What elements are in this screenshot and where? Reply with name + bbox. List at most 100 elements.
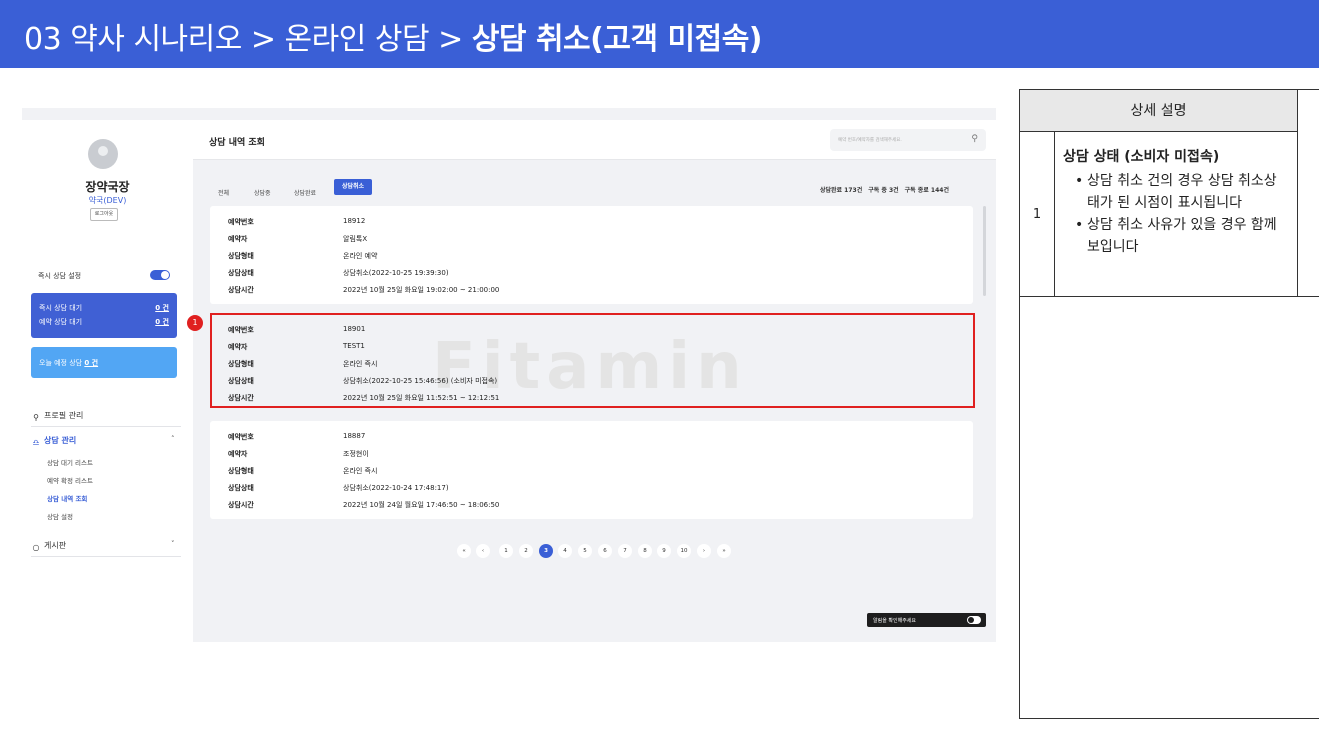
submenu-wait-list[interactable]: 상담 대기 리스트: [47, 457, 93, 467]
consult-card[interactable]: 예약번호 18912 예약자 알림톡X 상담형태 온라인 예약 상담상태 상담취소(20…: [210, 206, 973, 304]
highlight-box: [210, 313, 975, 408]
chevron-up-icon[interactable]: ˄: [171, 435, 175, 443]
submenu-confirmed-list[interactable]: 예약 확정 리스트: [47, 475, 93, 485]
menu-board[interactable]: ○ 게시판: [31, 540, 67, 553]
card-value: 조정현이: [343, 450, 369, 458]
card-label: 예약자: [228, 450, 248, 458]
card-value: 상담취소(2022-10-25 19:39:30): [343, 269, 449, 277]
store-sub: 약국(DEV): [88, 196, 127, 205]
page-button[interactable]: 5: [578, 544, 592, 558]
wait-count[interactable]: 0 건: [155, 317, 169, 327]
panel-bullets: 상담 취소 건의 경우 상담 취소상태가 된 시점이 표시됩니다 상담 취소 사…: [1063, 170, 1289, 258]
description-panel: 상세 설명 1 상담 상태 (소비자 미접속) 상담 취소 건의 경우 상담 취…: [1019, 89, 1319, 719]
notification-bar: 알림을 확인해주세요: [867, 613, 986, 627]
panel-side-cell: [1297, 132, 1319, 297]
page-button[interactable]: 10: [677, 544, 691, 558]
stat-completed: 상담완료 173건: [820, 187, 863, 194]
today-label: 오늘 예정 상담: [39, 359, 83, 367]
card-label: 상담시간: [228, 286, 254, 294]
slide-header: 03 약사 시나리오 > 온라인 상담 > 상담 취소(고객 미접속): [0, 0, 1319, 68]
wait-row-reserve: 예약 상담 대기 0 건: [39, 317, 169, 327]
search-placeholder: 예약 번호/예약자를 검색해주세요.: [838, 138, 902, 143]
page-button[interactable]: 9: [657, 544, 671, 558]
today-count: 0 건: [84, 359, 99, 367]
menu-divider: [31, 556, 181, 557]
annotation-badge: 1: [187, 315, 203, 331]
page-first-button[interactable]: «: [457, 544, 471, 558]
title-bold: 상담 취소(고객 미접속): [471, 22, 763, 57]
search-icon[interactable]: ⚲: [971, 134, 978, 144]
panel-header-cell: [1297, 90, 1319, 132]
menu-profile[interactable]: ⚲ 프로필 관리: [31, 410, 83, 423]
today-consult-box[interactable]: 오늘 예정 상담 0 건: [31, 347, 177, 378]
sidebar: 장약국장 약국(DEV) 로그아웃 즉시 상담 설정 즉시 상담 대기 0 건 예…: [22, 120, 193, 642]
scrollbar[interactable]: [983, 206, 986, 296]
submenu-history[interactable]: 상담 내역 조회: [47, 493, 87, 503]
card-label: 예약번호: [228, 433, 254, 441]
card-label: 예약자: [228, 235, 248, 243]
tab-all[interactable]: 전체: [218, 186, 229, 202]
card-label: 상담상태: [228, 269, 254, 277]
headset-icon: ♎: [32, 438, 40, 447]
page-button[interactable]: 7: [618, 544, 632, 558]
avatar: [88, 139, 118, 169]
page-button[interactable]: 2: [519, 544, 533, 558]
stat-subscribed: 구독 중 3건: [868, 187, 899, 194]
wait-summary-box: 즉시 상담 대기 0 건 예약 상담 대기 0 건: [31, 293, 177, 338]
stat-ended: 구독 종료 144건: [904, 187, 949, 194]
title-prefix: 03 약사 시나리오 > 온라인 상담 >: [24, 22, 472, 57]
panel-header: 상세 설명: [1020, 90, 1297, 132]
topbar: 상담 내역 조회 예약 번호/예약자를 검색해주세요. ⚲: [193, 120, 996, 160]
card-label: 상담상태: [228, 484, 254, 492]
page-last-button[interactable]: »: [717, 544, 731, 558]
instant-consult-toggle[interactable]: [150, 270, 170, 280]
page-title: 상담 내역 조회: [209, 138, 265, 148]
chat-bubble-icon: ○: [32, 543, 40, 552]
notification-toggle[interactable]: [967, 616, 981, 624]
page-prev-button[interactable]: ‹: [476, 544, 490, 558]
app-screenshot: 장약국장 약국(DEV) 로그아웃 즉시 상담 설정 즉시 상담 대기 0 건 예…: [22, 108, 996, 642]
panel-description: 상담 상태 (소비자 미접속) 상담 취소 건의 경우 상담 취소상태가 된 시…: [1055, 132, 1297, 297]
panel-row-number: 1: [1020, 132, 1055, 297]
tab-cancelled[interactable]: 상담취소: [334, 179, 373, 195]
wait-count[interactable]: 0 건: [155, 303, 169, 313]
tab-in-progress[interactable]: 상담중: [254, 186, 271, 202]
page-next-button[interactable]: ›: [697, 544, 711, 558]
page-button[interactable]: 8: [638, 544, 652, 558]
card-value: 2022년 10월 24일 월요일 17:46:50 ~ 18:06:50: [343, 501, 500, 509]
search-input[interactable]: 예약 번호/예약자를 검색해주세요. ⚲: [830, 129, 986, 151]
card-label: 상담시간: [228, 501, 254, 509]
store-name: 장약국장: [85, 180, 130, 194]
logout-button[interactable]: 로그아웃: [90, 208, 118, 221]
menu-profile-label: 프로필 관리: [44, 411, 84, 420]
page-button[interactable]: 6: [598, 544, 612, 558]
card-label: 상담형태: [228, 467, 254, 475]
tab-completed[interactable]: 상담완료: [294, 186, 316, 202]
menu-consult[interactable]: ♎ 상담 관리: [31, 435, 76, 448]
card-value: 온라인 즉시: [343, 467, 378, 475]
today-consult-text: 오늘 예정 상담 0 건: [39, 358, 98, 368]
consult-stats: 상담완료 173건 구독 중 3건 구독 종료 144건: [820, 185, 949, 194]
menu-divider: [31, 426, 181, 427]
panel-bullet: 상담 취소 건의 경우 상담 취소상태가 된 시점이 표시됩니다: [1075, 170, 1289, 214]
slide-title: 03 약사 시나리오 > 온라인 상담 > 상담 취소(고객 미접속): [24, 14, 763, 58]
instant-consult-label: 즉시 상담 설정: [38, 272, 82, 280]
notification-text: 알림을 확인해주세요: [873, 618, 916, 624]
card-value: 2022년 10월 25일 화요일 19:02:00 ~ 21:00:00: [343, 286, 500, 294]
submenu-settings[interactable]: 상담 설정: [47, 511, 73, 521]
card-value: 상담취소(2022-10-24 17:48:17): [343, 484, 449, 492]
card-label: 예약번호: [228, 218, 254, 226]
card-value: 알림톡X: [343, 235, 368, 243]
wait-label: 예약 상담 대기: [39, 318, 83, 326]
card-value: 온라인 예약: [343, 252, 378, 260]
page-button[interactable]: 4: [558, 544, 572, 558]
chevron-down-icon[interactable]: ˅: [171, 540, 175, 548]
card-value: 18912: [343, 217, 366, 225]
page-button-current[interactable]: 3: [539, 544, 553, 558]
wait-row-instant: 즉시 상담 대기 0 건: [39, 303, 169, 313]
person-gear-icon: ⚲: [33, 413, 39, 422]
page-button[interactable]: 1: [499, 544, 513, 558]
consult-card[interactable]: 예약번호 18887 예약자 조정현이 상담형태 온라인 즉시 상담상태 상담취소(20…: [210, 421, 973, 519]
panel-bullet: 상담 취소 사유가 있을 경우 함께 보입니다: [1075, 214, 1289, 258]
card-value: 18887: [343, 432, 366, 440]
